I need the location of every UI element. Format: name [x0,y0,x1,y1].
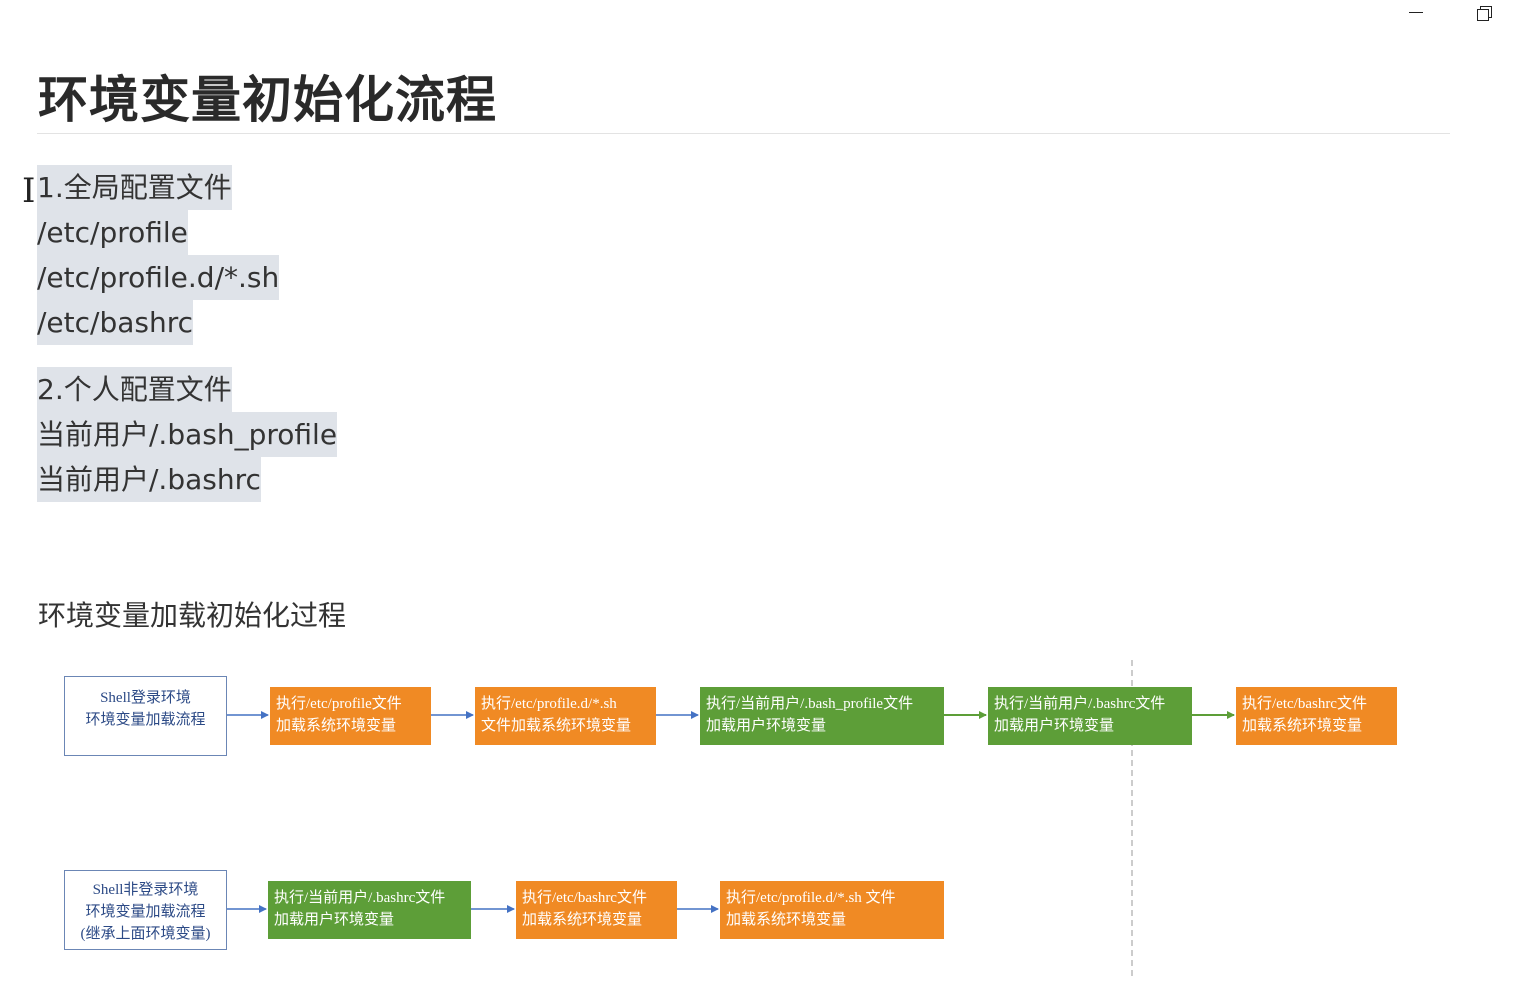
page-title: 环境变量初始化流程 [38,71,497,129]
global-config-item[interactable]: /etc/profile [37,210,188,255]
global-config-heading[interactable]: 1.全局配置文件 [37,165,232,210]
document-page: 环境变量初始化流程 I 1.全局配置文件 /etc/profile /etc/p… [0,0,1516,1003]
flow-step-node: 执行/etc/profile文件 加载系统环境变量 [270,687,431,745]
personal-config-item[interactable]: 当前用户/.bashrc [37,457,261,502]
title-divider [37,133,1450,134]
global-config-item[interactable]: /etc/bashrc [37,300,194,345]
flow-step-node: 执行/etc/bashrc文件 加载系统环境变量 [516,881,677,939]
flow-step-node: 执行/etc/profile.d/*.sh 文件 加载系统环境变量 [720,881,944,939]
personal-config-item[interactable]: 当前用户/.bash_profile [37,412,338,457]
global-config-item[interactable]: /etc/profile.d/*.sh [37,255,280,300]
restore-button[interactable] [1467,0,1501,26]
personal-config-heading[interactable]: 2.个人配置文件 [37,367,232,412]
flow-step-node: 执行/当前用户/.bash_profile文件 加载用户环境变量 [700,687,944,745]
login-flow-start-node: Shell登录环境 环境变量加载流程 [64,676,227,756]
flow-step-node: 执行/当前用户/.bashrc文件 加载用户环境变量 [988,687,1192,745]
nonlogin-flow-start-node: Shell非登录环境 环境变量加载流程 (继承上面环境变量) [64,870,227,950]
minimize-button[interactable] [1399,0,1433,26]
flow-step-node: 执行/etc/profile.d/*.sh 文件加载系统环境变量 [475,687,656,745]
flow-section-heading: 环境变量加载初始化过程 [38,599,347,632]
text-cursor-icon: I [22,171,36,211]
flow-step-node: 执行/etc/bashrc文件 加载系统环境变量 [1236,687,1397,745]
flow-step-node: 执行/当前用户/.bashrc文件 加载用户环境变量 [268,881,471,939]
